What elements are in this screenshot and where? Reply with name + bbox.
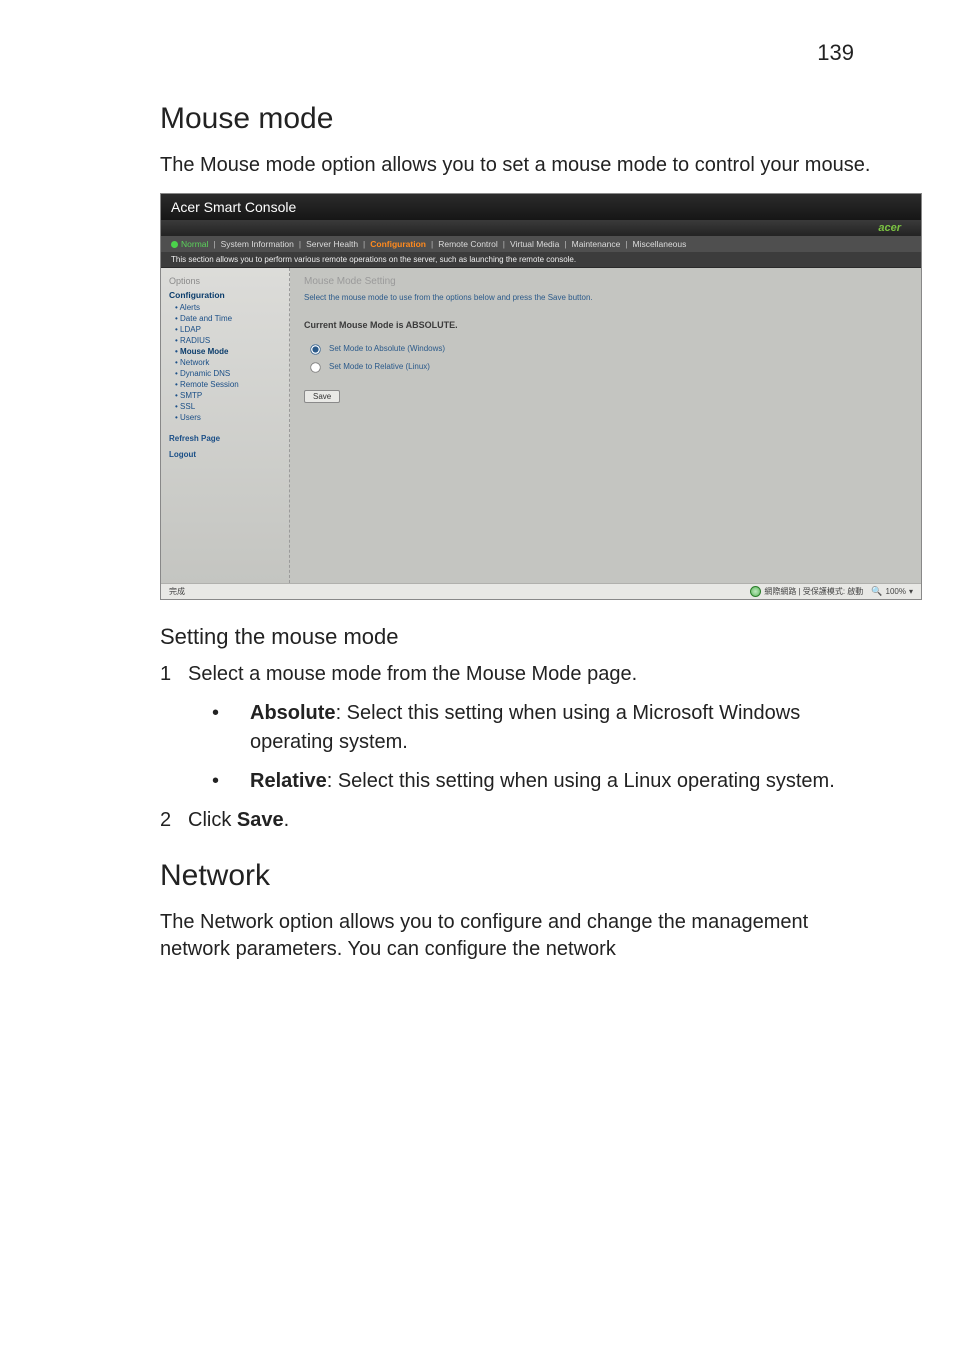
tab-separator: |	[559, 239, 571, 249]
magnifier-icon: 🔍	[871, 586, 882, 597]
intro-network: The Network option allows you to configu…	[160, 909, 874, 963]
sidebar-item-dynamic-dns[interactable]: Dynamic DNS	[169, 368, 281, 379]
sidebar-item-smtp[interactable]: SMTP	[169, 390, 281, 401]
bullet-absolute-label: Absolute	[250, 702, 336, 724]
step-2-action: Save	[237, 809, 284, 831]
sidebar-item-network[interactable]: Network	[169, 357, 281, 368]
statusbar-zone-text: 網際網路 | 受保護模式: 啟動	[764, 586, 863, 597]
radio-absolute-label: Set Mode to Absolute (Windows)	[329, 344, 445, 353]
panel-description: Select the mouse mode to use from the op…	[304, 293, 907, 302]
heading-network: Network	[160, 859, 874, 893]
page-number: 139	[160, 40, 874, 66]
step-2-marker: 2	[160, 806, 188, 835]
sidebar-item-ssl[interactable]: SSL	[169, 401, 281, 412]
step-2-prefix: Click	[188, 809, 237, 831]
info-bar: This section allows you to perform vario…	[161, 252, 921, 268]
tab-remote-control[interactable]: Remote Control	[438, 239, 498, 249]
browser-status-bar: 完成 網際網路 | 受保護模式: 啟動 🔍 100% ▾	[161, 583, 921, 599]
bullet-marker: •	[212, 699, 250, 757]
globe-icon	[750, 586, 761, 597]
sidebar-item-ldap[interactable]: LDAP	[169, 324, 281, 335]
tab-miscellaneous[interactable]: Miscellaneous	[633, 239, 687, 249]
intro-mouse-mode: The Mouse mode option allows you to set …	[160, 152, 874, 179]
bullet-relative-label: Relative	[250, 770, 327, 792]
statusbar-zoom-value: 100%	[886, 587, 906, 596]
tab-server-health[interactable]: Server Health	[306, 239, 358, 249]
bullet-relative: • Relative: Select this setting when usi…	[212, 767, 874, 796]
heading-mouse-mode: Mouse mode	[160, 102, 874, 136]
tab-separator: |	[294, 239, 306, 249]
chevron-down-icon: ▾	[909, 587, 913, 596]
tab-virtual-media[interactable]: Virtual Media	[510, 239, 559, 249]
radio-relative-input[interactable]	[310, 362, 320, 372]
sidebar-header: Configuration	[169, 290, 281, 300]
screenshot: Acer Smart Console acer Normal | System …	[160, 193, 922, 600]
tab-separator: |	[620, 239, 632, 249]
panel-title: Mouse Mode Setting	[304, 276, 907, 287]
tab-separator: |	[358, 239, 370, 249]
screenshot-figure: Acer Smart Console acer Normal | System …	[160, 193, 874, 600]
sidebar-item-radius[interactable]: RADIUS	[169, 335, 281, 346]
sidebar: Options Configuration Alerts Date and Ti…	[161, 268, 290, 583]
status-dot-icon	[171, 241, 178, 248]
sidebar-item-remote-session[interactable]: Remote Session	[169, 379, 281, 390]
tab-configuration[interactable]: Configuration	[370, 239, 426, 249]
status-indicator: Normal	[171, 239, 208, 249]
tab-system-information[interactable]: System Information	[221, 239, 294, 249]
radio-absolute[interactable]: Set Mode to Absolute (Windows)	[304, 340, 907, 356]
sidebar-refresh-page[interactable]: Refresh Page	[169, 429, 281, 445]
sidebar-logout[interactable]: Logout	[169, 445, 281, 461]
step-2: 2 Click Save.	[160, 806, 874, 835]
status-label: Normal	[181, 239, 208, 249]
step-2-suffix: .	[284, 809, 290, 831]
bullet-relative-rest: : Select this setting when using a Linux…	[327, 770, 835, 792]
tab-maintenance[interactable]: Maintenance	[572, 239, 621, 249]
step-1: 1 Select a mouse mode from the Mouse Mod…	[160, 660, 874, 689]
save-button[interactable]: Save	[304, 390, 340, 403]
bullet-marker: •	[212, 767, 250, 796]
sidebar-item-users[interactable]: Users	[169, 412, 281, 423]
statusbar-left: 完成	[169, 586, 185, 597]
main-tabs: Normal | System Information | Server Hea…	[161, 236, 921, 252]
radio-absolute-input[interactable]	[310, 344, 320, 354]
radio-relative[interactable]: Set Mode to Relative (Linux)	[304, 358, 907, 374]
sidebar-group-label: Options	[169, 276, 281, 286]
sidebar-item-alerts[interactable]: Alerts	[169, 302, 281, 313]
brand-bar: acer	[161, 220, 921, 236]
sidebar-item-date-time[interactable]: Date and Time	[169, 313, 281, 324]
tab-separator: |	[498, 239, 510, 249]
sidebar-item-mouse-mode[interactable]: Mouse Mode	[169, 346, 281, 357]
radio-relative-label: Set Mode to Relative (Linux)	[329, 362, 430, 371]
tab-separator: |	[208, 239, 220, 249]
main-panel: Mouse Mode Setting Select the mouse mode…	[290, 268, 921, 583]
bullet-absolute: • Absolute: Select this setting when usi…	[212, 699, 874, 757]
step-1-text: Select a mouse mode from the Mouse Mode …	[188, 660, 637, 689]
heading-setting-mouse-mode: Setting the mouse mode	[160, 624, 874, 650]
statusbar-zoom[interactable]: 🔍 100% ▾	[871, 586, 913, 597]
tab-separator: |	[426, 239, 438, 249]
current-mode-state: Current Mouse Mode is ABSOLUTE.	[304, 320, 907, 330]
statusbar-zone: 網際網路 | 受保護模式: 啟動	[750, 586, 863, 597]
window-title: Acer Smart Console	[161, 194, 921, 220]
step-1-marker: 1	[160, 660, 188, 689]
